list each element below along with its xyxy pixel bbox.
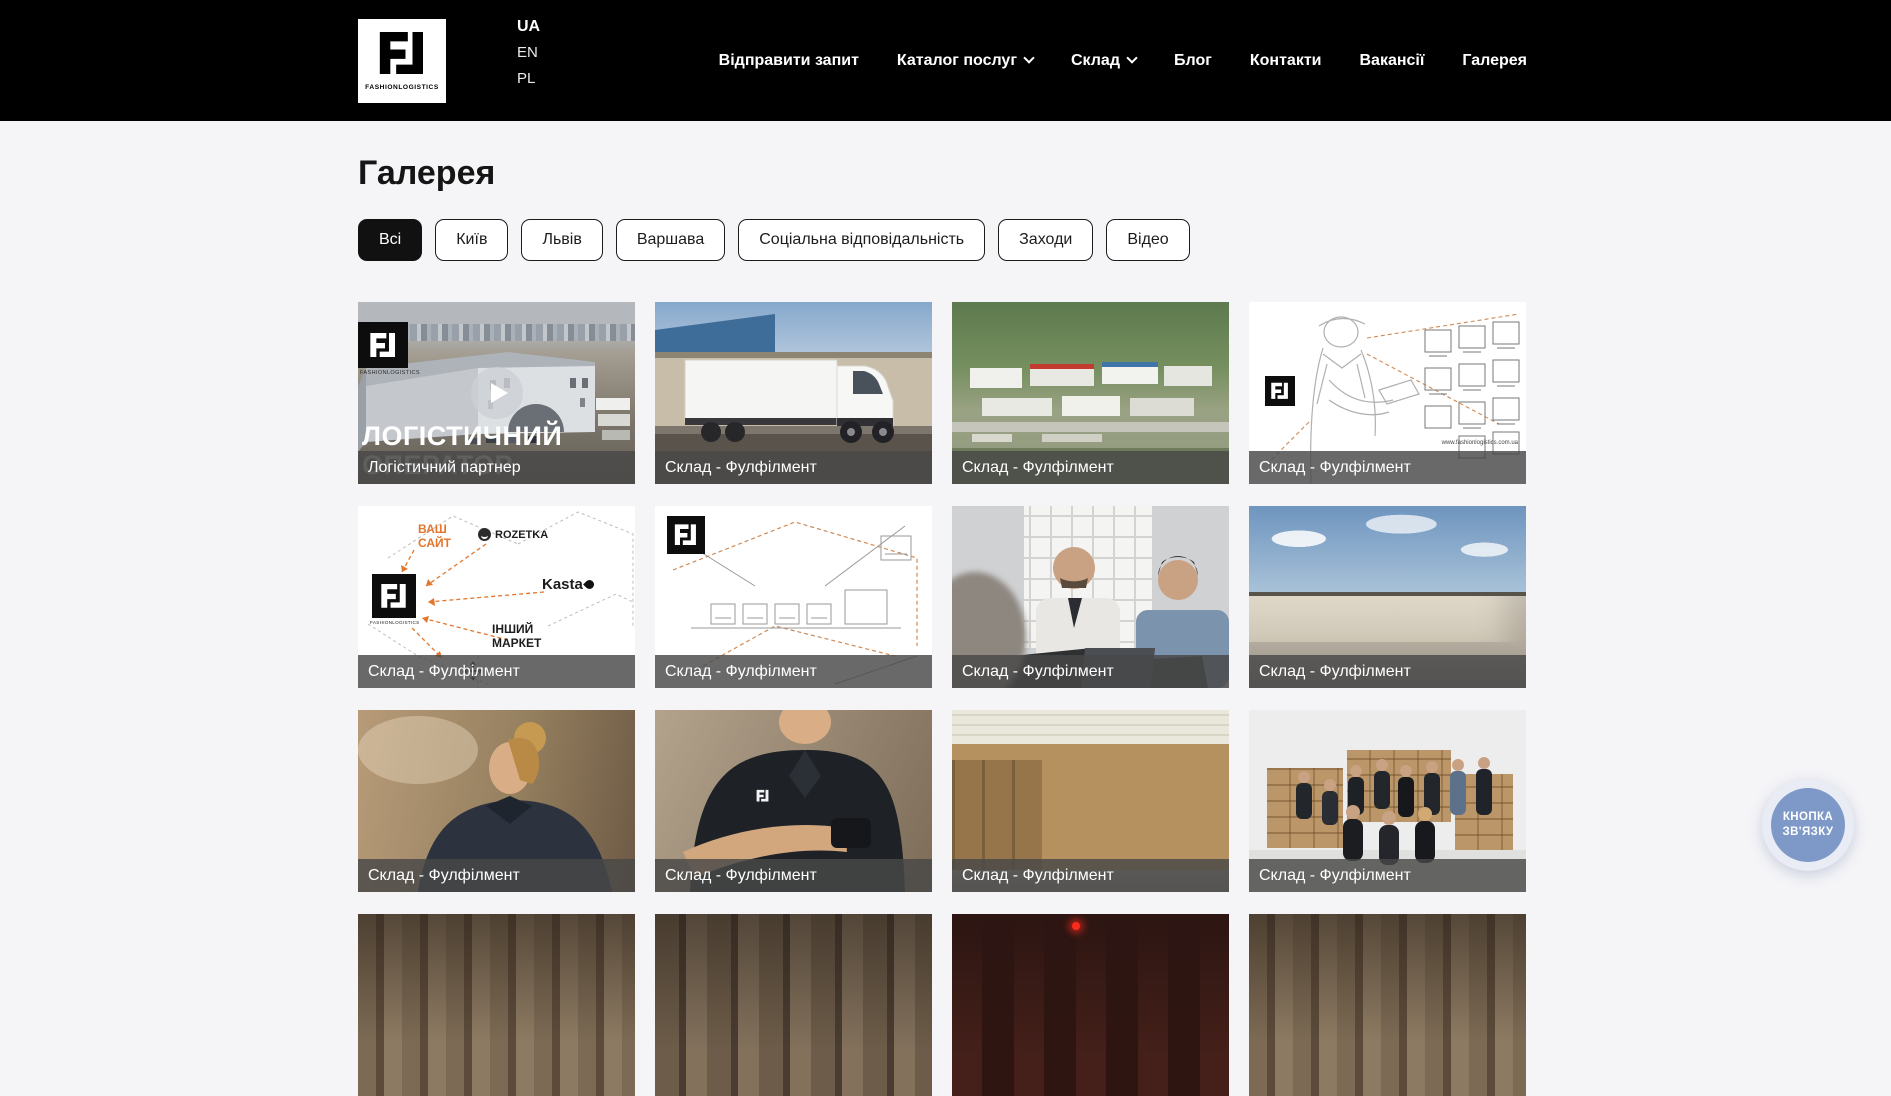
gallery-item[interactable]: Склад - Фулфілмент (655, 506, 932, 688)
play-icon (491, 383, 508, 403)
gallery-item-caption: Логістичний партнер (358, 451, 635, 484)
gallery-item-caption: Склад - Фулфілмент (358, 655, 635, 688)
gallery-item[interactable]: Склад - Фулфілмент (952, 302, 1229, 484)
gallery-item[interactable] (655, 914, 932, 1096)
brand-logo-mark (372, 574, 416, 618)
video-logo-badge (358, 322, 408, 368)
gallery-item[interactable]: Склад - Фулфілмент (358, 710, 635, 892)
chevron-down-icon (1126, 52, 1137, 63)
brand-logo-icon (367, 329, 399, 361)
lang-pl[interactable]: PL (517, 70, 540, 88)
nav-send-request[interactable]: Відправити запит (719, 52, 859, 70)
gallery-filters: Всі Київ Львів Варшава Соціальна відпові… (358, 219, 1190, 261)
gallery-item-caption: Склад - Фулфілмент (358, 859, 635, 892)
gallery-item-caption: Склад - Фулфілмент (655, 859, 932, 892)
brand-logo-mark (667, 516, 705, 554)
main-nav: Відправити запит Каталог послуг Склад Бл… (719, 0, 1527, 121)
gallery-item[interactable]: Склад - Фулфілмент (952, 506, 1229, 688)
gallery-item[interactable]: Склад - Фулфілмент (952, 710, 1229, 892)
gallery-item-caption: Склад - Фулфілмент (655, 451, 932, 484)
kasta-label: Kasta (542, 576, 594, 593)
filter-events[interactable]: Заходи (998, 219, 1093, 261)
gallery-item[interactable]: Склад - Фулфілмент (1249, 506, 1526, 688)
gallery-item[interactable] (1249, 914, 1526, 1096)
gallery-item-caption: Склад - Фулфілмент (1249, 655, 1526, 688)
nav-blog[interactable]: Блог (1174, 52, 1212, 70)
brand-logo-icon (374, 25, 430, 81)
rozetka-label: ROZETKA (478, 528, 548, 541)
red-light-art (1072, 922, 1080, 930)
brand-logo-text: FASHIONLOGISTICS (365, 84, 439, 91)
gallery-item-caption: Склад - Фулфілмент (952, 451, 1229, 484)
gallery-item[interactable]: Склад - Фулфілмент (655, 302, 932, 484)
building-art (1249, 592, 1526, 644)
nav-warehouse[interactable]: Склад (1071, 52, 1136, 70)
filter-warsaw[interactable]: Варшава (616, 219, 725, 261)
kasta-dot-icon (583, 578, 596, 591)
filter-social-responsibility[interactable]: Соціальна відповідальність (738, 219, 985, 261)
gallery-item-caption: Склад - Фулфілмент (952, 655, 1229, 688)
site-url-text: www.fashionlogistics.com.ua (1442, 440, 1518, 446)
gallery-item[interactable]: Склад - Фулфілмент (1249, 710, 1526, 892)
box-stacks-art (952, 760, 1042, 872)
nav-gallery[interactable]: Галерея (1462, 52, 1527, 70)
gallery-item[interactable]: ВАШ САЙТ ROZETKA Kasta ІНШИЙ МАРКЕТ FASH… (358, 506, 635, 688)
gallery-item-caption: Склад - Фулфілмент (952, 859, 1229, 892)
language-switcher: UA EN PL (517, 18, 540, 88)
lang-en[interactable]: EN (517, 44, 540, 62)
gallery-item[interactable] (952, 914, 1229, 1096)
contact-float-button-label: КНОПКА ЗВ'ЯЗКУ (1771, 788, 1845, 862)
rozetka-icon (478, 528, 491, 541)
contact-float-button[interactable]: КНОПКА ЗВ'ЯЗКУ (1762, 779, 1854, 871)
diagram-your-site-label: ВАШ САЙТ (418, 522, 466, 550)
nav-service-catalog[interactable]: Каталог послуг (897, 52, 1033, 70)
filter-video[interactable]: Відео (1106, 219, 1189, 261)
header: FASHIONLOGISTICS UA EN PL Відправити зап… (0, 0, 1891, 121)
brand-logo-mark (1265, 376, 1295, 406)
brand-logo-mark-text: FASHIONLOGISTICS (370, 620, 419, 625)
nav-vacancies[interactable]: Вакансії (1360, 52, 1425, 70)
video-logo-text: FASHIONLOGISTICS (360, 370, 420, 376)
chevron-down-icon (1023, 52, 1034, 63)
gallery-grid: FASHIONLOGISTICS ЛОГІСТИЧНИЙ ОПЕРАТОР Ло… (358, 302, 1527, 1096)
play-button[interactable] (471, 367, 523, 419)
filter-all[interactable]: Всі (358, 219, 422, 261)
page-title: Галерея (358, 154, 495, 193)
gallery-item-caption: Склад - Фулфілмент (1249, 451, 1526, 484)
brand-logo[interactable]: FASHIONLOGISTICS (358, 19, 446, 103)
gallery-item-caption: Склад - Фулфілмент (655, 655, 932, 688)
nav-contacts[interactable]: Контакти (1250, 52, 1322, 70)
gallery-item[interactable]: Склад - Фулфілмент (655, 710, 932, 892)
gallery-item-caption: Склад - Фулфілмент (1249, 859, 1526, 892)
filter-lviv[interactable]: Львів (521, 219, 602, 261)
gallery-item[interactable] (358, 914, 635, 1096)
other-market-label: ІНШИЙ МАРКЕТ (492, 622, 562, 650)
ceiling-art (952, 710, 1229, 744)
filter-kyiv[interactable]: Київ (435, 219, 508, 261)
lang-ua[interactable]: UA (517, 18, 540, 36)
gallery-item[interactable]: www.fashionlogistics.com.ua Склад - Фулф… (1249, 302, 1526, 484)
gallery-item-video[interactable]: FASHIONLOGISTICS ЛОГІСТИЧНИЙ ОПЕРАТОР Ло… (358, 302, 635, 484)
